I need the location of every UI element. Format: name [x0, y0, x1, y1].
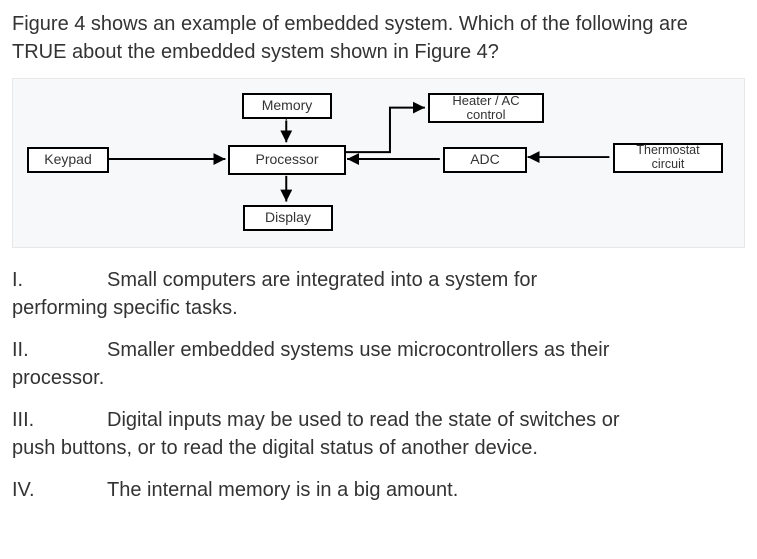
statement-2-text-a: Smaller embedded systems use microcontro…: [107, 339, 609, 361]
statement-2-num: II.: [12, 336, 107, 364]
statement-1: I.Small computers are integrated into a …: [12, 266, 745, 322]
statement-1-num: I.: [12, 266, 107, 294]
statement-3-text-b: push buttons, or to read the digital sta…: [12, 437, 538, 459]
question-text: Figure 4 shows an example of embedded sy…: [12, 10, 745, 66]
statement-4-text-a: The internal memory is in a big amount.: [107, 479, 458, 501]
statement-1-text-b: performing specific tasks.: [12, 297, 238, 319]
statement-1-text-a: Small computers are integrated into a sy…: [107, 269, 537, 291]
diagram-box-keypad: Keypad: [27, 147, 109, 173]
diagram-box-display: Display: [243, 205, 333, 231]
diagram-box-processor: Processor: [228, 145, 346, 175]
statement-2-text-b: processor.: [12, 367, 104, 389]
embedded-system-diagram: Keypad Memory Processor Display Heater /…: [12, 78, 745, 248]
statement-3-text-a: Digital inputs may be used to read the s…: [107, 409, 620, 431]
statement-list: I.Small computers are integrated into a …: [12, 266, 745, 504]
diagram-box-memory: Memory: [242, 93, 332, 119]
diagram-box-heater: Heater / AC control: [428, 93, 544, 123]
statement-2: II.Smaller embedded systems use microcon…: [12, 336, 745, 392]
diagram-box-adc: ADC: [443, 147, 527, 173]
statement-4: IV.The internal memory is in a big amoun…: [12, 476, 745, 504]
statement-3-num: III.: [12, 406, 107, 434]
statement-4-num: IV.: [12, 476, 107, 504]
diagram-box-thermostat: Thermostat circuit: [613, 143, 723, 173]
statement-3: III.Digital inputs may be used to read t…: [12, 406, 745, 462]
